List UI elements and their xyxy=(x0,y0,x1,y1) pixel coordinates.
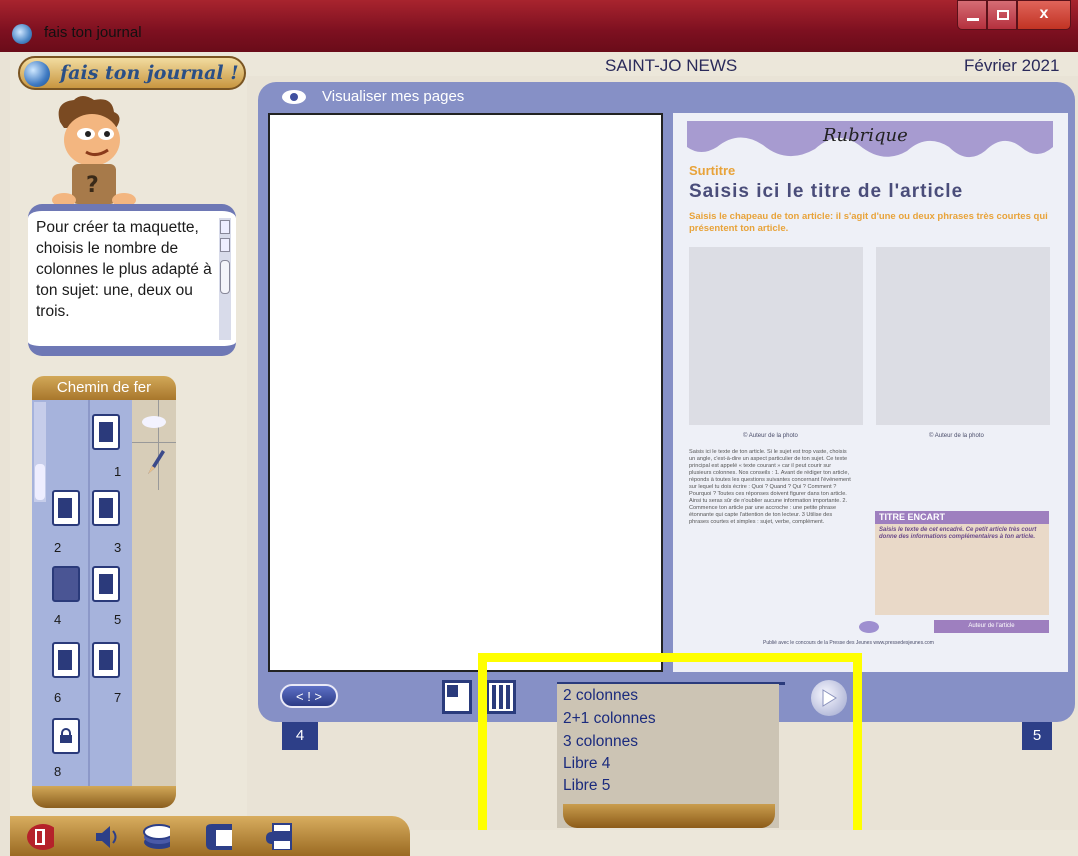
book-icon[interactable] xyxy=(204,822,232,850)
maximize-button[interactable] xyxy=(987,0,1017,30)
page-thumb-6[interactable] xyxy=(52,642,80,678)
minimize-icon xyxy=(967,18,979,21)
app-logo: fais ton journal ! xyxy=(18,56,246,90)
rubrique-label: Rubrique xyxy=(823,125,908,146)
article-body: Saisis ici le texte de ton article. Si l… xyxy=(689,449,851,525)
eye-icon xyxy=(282,90,306,104)
minimize-button[interactable] xyxy=(957,0,987,30)
left-page[interactable] xyxy=(268,113,663,672)
right-page[interactable]: Rubrique Surtitre Saisis ici le titre de… xyxy=(673,113,1068,672)
globe-icon xyxy=(24,61,50,87)
page-thumb-5[interactable] xyxy=(92,566,120,602)
scroll-up-arrow-icon[interactable] xyxy=(220,220,230,234)
journal-name: SAINT-JO NEWS xyxy=(605,56,738,75)
chemin-divider xyxy=(88,400,90,796)
page-thumb-7[interactable] xyxy=(92,642,120,678)
svg-text:?: ? xyxy=(86,173,99,198)
preview-eye-icon[interactable] xyxy=(142,416,166,428)
page-thumb-number: 4 xyxy=(54,612,62,627)
mascot-character: ? xyxy=(52,96,136,207)
photo-placeholder-2 xyxy=(876,247,1050,425)
tools-divider-h xyxy=(132,442,176,443)
encart-box: TITRE ENCART Saisis le texte de cet enca… xyxy=(875,511,1049,615)
window-title: fais ton journal xyxy=(44,24,142,41)
article-title: Saisis ici le titre de l'article xyxy=(689,181,964,202)
page-thumb-2[interactable] xyxy=(52,490,80,526)
chemin-bottom-cap xyxy=(32,786,176,808)
help-scrollbar[interactable] xyxy=(219,218,231,340)
page-thumb-number: 8 xyxy=(54,764,62,779)
layers-icon[interactable] xyxy=(142,822,170,850)
page-thumb-number: 1 xyxy=(114,464,122,479)
sound-icon[interactable] xyxy=(92,822,120,850)
lotus-logo-icon xyxy=(859,621,879,633)
chemin-scroll-thumb[interactable] xyxy=(35,464,45,500)
right-page-number: 5 xyxy=(1022,722,1052,750)
page-thumb-number: 2 xyxy=(54,540,62,555)
exit-icon[interactable] xyxy=(26,822,54,850)
page-thumb-4[interactable] xyxy=(52,566,80,602)
close-button[interactable]: x xyxy=(1017,0,1071,30)
scroll-thumb[interactable] xyxy=(220,260,230,294)
page-thumb-1[interactable] xyxy=(92,414,120,450)
lock-icon xyxy=(60,728,72,743)
chemin-de-fer-title: Chemin de fer xyxy=(32,376,176,400)
left-page-number: 4 xyxy=(282,722,318,750)
logo-text: fais ton journal ! xyxy=(60,62,239,84)
article-chapeau: Saisis le chapeau de ton article: il s'a… xyxy=(689,211,1048,234)
article-author: Auteur de l'article xyxy=(934,620,1049,633)
page-nav-button[interactable]: < ! > xyxy=(280,684,338,708)
page-thumb-number: 7 xyxy=(114,690,122,705)
photo-placeholder-1 xyxy=(689,247,863,425)
page-thumb-number: 5 xyxy=(114,612,122,627)
viewer-title: Visualiser mes pages xyxy=(322,88,465,105)
page-thumb-number: 6 xyxy=(54,690,62,705)
photo-credit-1: © Auteur de la photo xyxy=(743,433,798,439)
help-text: Pour créer ta maquette, choisis le nombr… xyxy=(36,219,212,320)
edit-pencil-icon[interactable] xyxy=(144,448,166,476)
window-title-bar: fais ton journal xyxy=(0,0,1078,52)
app-icon xyxy=(12,24,32,44)
page-thumb-8[interactable] xyxy=(52,718,80,754)
maximize-icon xyxy=(997,10,1009,20)
encart-title: TITRE ENCART xyxy=(875,511,1049,524)
scroll-down-arrow-icon[interactable] xyxy=(220,238,230,252)
page-thumb-3[interactable] xyxy=(92,490,120,526)
tools-divider xyxy=(158,400,159,490)
layout-single-page-icon[interactable] xyxy=(442,680,472,714)
highlight-box xyxy=(478,653,862,856)
journal-date: Février 2021 xyxy=(964,56,1060,75)
print-icon[interactable] xyxy=(264,822,292,850)
encart-text: Saisis le texte de cet encadré. Ce petit… xyxy=(879,527,1037,540)
chemin-scrollbar[interactable] xyxy=(34,402,46,502)
surtitre: Surtitre xyxy=(689,163,736,178)
photo-credit-2: © Auteur de la photo xyxy=(929,433,984,439)
page-thumb-number: 3 xyxy=(114,540,122,555)
page-footer: Publié avec le concours de la Presse des… xyxy=(763,640,934,646)
bottom-band xyxy=(410,830,1078,856)
